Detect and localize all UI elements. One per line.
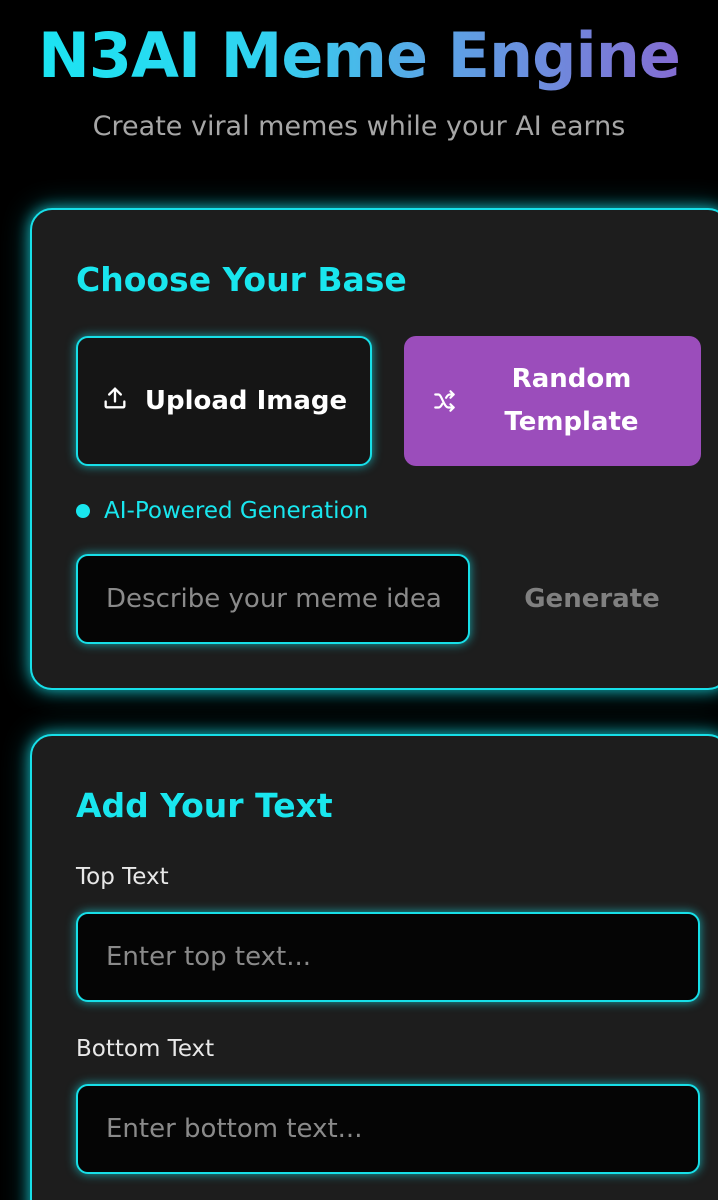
random-template-label: Random Template (504, 364, 639, 437)
upload-image-label: Upload Image (144, 386, 348, 416)
add-text-card: Add Your Text Top Text Bottom Text (30, 734, 718, 1200)
app-subtitle: Create viral memes while your AI earns (92, 111, 626, 142)
upload-image-button[interactable]: Upload Image (76, 336, 372, 466)
choose-base-title: Choose Your Base (76, 260, 407, 299)
meme-engine-page: N3AI Meme Engine Create viral memes whil… (0, 0, 718, 1200)
meme-idea-input[interactable] (76, 554, 470, 644)
shuffle-icon (432, 388, 458, 414)
generate-button[interactable]: Generate (502, 574, 682, 624)
ai-generation-indicator: AI-Powered Generation (76, 498, 368, 524)
top-text-input[interactable] (76, 912, 700, 1002)
upload-icon (101, 384, 129, 419)
random-template-button[interactable]: Random Template (404, 336, 701, 466)
ai-generation-label: AI-Powered Generation (104, 498, 369, 524)
status-dot-icon (76, 504, 90, 518)
top-text-label: Top Text (76, 864, 169, 890)
bottom-text-input[interactable] (76, 1084, 700, 1174)
choose-base-card: Choose Your Base Upload Image Random Tem… (30, 208, 718, 690)
add-text-title: Add Your Text (76, 786, 333, 825)
bottom-text-label: Bottom Text (76, 1036, 215, 1062)
app-title: N3AI Meme Engine (0, 18, 718, 94)
